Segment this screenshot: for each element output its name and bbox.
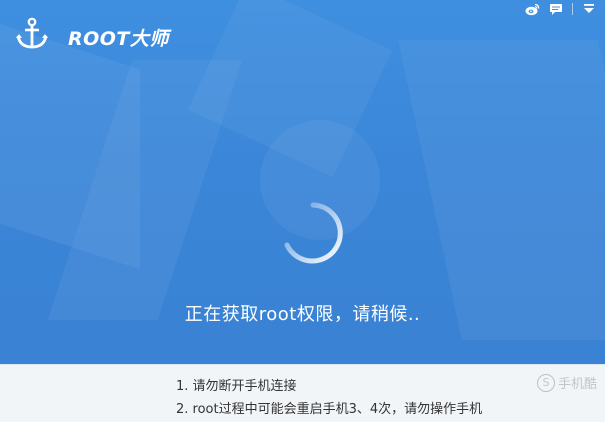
- control-separator: [572, 3, 573, 15]
- window-controls: [524, 2, 597, 16]
- title-bar[interactable]: ROOT大师: [0, 0, 605, 70]
- menu-dropdown-icon[interactable]: [581, 2, 597, 16]
- loading-spinner: [278, 198, 348, 268]
- tip-item: 2. root过程中可能会重启手机3、4次，请勿操作手机: [176, 402, 483, 417]
- watermark-text: 手机酷: [557, 377, 597, 392]
- tip-item: 1. 请勿断开手机连接: [176, 379, 297, 394]
- app-window: ROOT大师 正在获取root权限，请稍候.. 1. 请勿断开手机连接 2. r…: [0, 0, 605, 422]
- app-title: ROOT大师: [68, 28, 169, 50]
- anchor-icon: [14, 16, 50, 52]
- tips-list: 1. 请勿断开手机连接 2. root过程中可能会重启手机3、4次，请勿操作手机: [176, 375, 482, 421]
- watermark-badge: S: [536, 373, 555, 392]
- hero-panel: ROOT大师 正在获取root权限，请稍候..: [0, 0, 605, 364]
- weibo-icon[interactable]: [524, 2, 540, 16]
- background-shape: [398, 40, 605, 340]
- watermark: S 手机酷: [536, 373, 597, 392]
- feedback-icon[interactable]: [548, 2, 564, 16]
- tips-footer: 1. 请勿断开手机连接 2. root过程中可能会重启手机3、4次，请勿操作手机…: [0, 364, 605, 422]
- status-text: 正在获取root权限，请稍候..: [184, 304, 421, 325]
